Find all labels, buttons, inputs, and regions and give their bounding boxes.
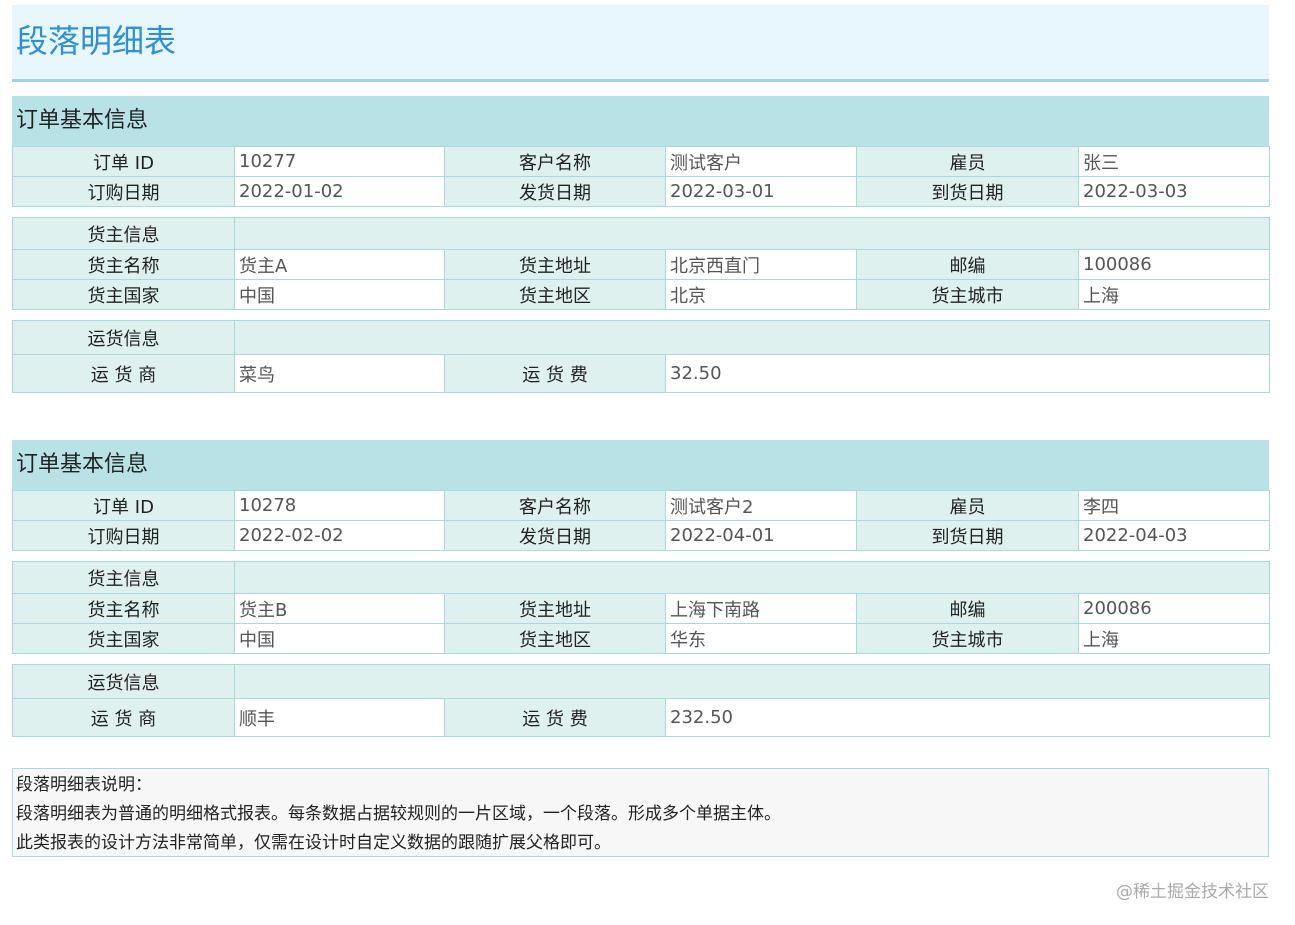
shipper-country-label: 货主国家	[12, 623, 235, 654]
carrier-label: 运 货 商	[12, 354, 235, 393]
watermark: @稀土掘金技术社区	[1116, 882, 1269, 902]
arrive-date-label: 到货日期	[856, 176, 1079, 207]
shipper-name-value: 货主A	[234, 249, 445, 280]
shipper-city-value: 上海	[1077, 279, 1271, 310]
shipper-name-label: 货主名称	[12, 249, 235, 280]
order-id-value: 10277	[234, 146, 445, 177]
table-row: 运货信息	[12, 320, 1271, 355]
shipper-country-label: 货主国家	[12, 279, 235, 310]
shipper-name-label: 货主名称	[12, 593, 235, 624]
freight-info-table: 运货信息 运 货 商 顺丰 运 货 费 232.50	[12, 664, 1271, 737]
freight-value: 32.50	[664, 354, 1271, 393]
shipper-region-value: 北京	[665, 279, 857, 310]
table-row: 订单 ID 10277 客户名称 测试客户 雇员 张三	[12, 146, 1270, 177]
shipper-address-label: 货主地址	[444, 593, 666, 624]
employee-value: 张三	[1078, 146, 1270, 177]
order-id-label: 订单 ID	[12, 146, 235, 177]
order-block-1: 订单基本信息 订单 ID 10277 客户名称 测试客户 雇员 张三 订购日期 …	[12, 96, 1271, 393]
shipper-country-value: 中国	[234, 623, 445, 654]
customer-name-value: 测试客户	[665, 146, 857, 177]
order-section-title: 订单基本信息	[12, 96, 1269, 146]
freight-info-table: 运货信息 运 货 商 菜鸟 运 货 费 32.50	[12, 320, 1271, 393]
shipper-address-value: 北京西直门	[665, 249, 857, 280]
freight-info-label: 运货信息	[12, 664, 235, 699]
carrier-label: 运 货 商	[12, 698, 235, 737]
ship-date-label: 发货日期	[444, 176, 666, 207]
shipper-region-value: 华东	[665, 623, 857, 654]
freight-value: 232.50	[664, 698, 1271, 737]
table-row: 订购日期 2022-01-02 发货日期 2022-03-01 到货日期 202…	[12, 176, 1270, 207]
freight-info-label: 运货信息	[12, 320, 235, 355]
freight-info-section	[233, 320, 1271, 355]
shipper-info-label: 货主信息	[12, 217, 235, 250]
arrive-date-value: 2022-03-03	[1078, 176, 1270, 207]
table-row: 运 货 商 菜鸟 运 货 费 32.50	[12, 354, 1271, 393]
order-id-label: 订单 ID	[12, 490, 235, 521]
carrier-value: 顺丰	[234, 698, 445, 737]
table-row: 货主名称 货主B 货主地址 上海下南路 邮编 200086	[12, 593, 1271, 624]
table-row: 订单 ID 10278 客户名称 测试客户2 雇员 李四	[12, 490, 1270, 521]
table-row: 货主名称 货主A 货主地址 北京西直门 邮编 100086	[12, 249, 1271, 280]
shipper-info-table: 货主信息 货主名称 货主A 货主地址 北京西直门 邮编 100086 货主国家 …	[12, 217, 1271, 310]
table-row: 订购日期 2022-02-02 发货日期 2022-04-01 到货日期 202…	[12, 520, 1270, 551]
postcode-value: 100086	[1077, 249, 1271, 280]
table-row: 货主国家 中国 货主地区 北京 货主城市 上海	[12, 279, 1271, 310]
customer-name-value: 测试客户2	[665, 490, 857, 521]
shipper-address-value: 上海下南路	[665, 593, 857, 624]
ship-date-value: 2022-03-01	[665, 176, 857, 207]
table-row: 货主信息	[12, 217, 1271, 250]
postcode-value: 200086	[1077, 593, 1271, 624]
order-date-label: 订购日期	[12, 520, 235, 551]
description-line: 段落明细表为普通的明细格式报表。每条数据占据较规则的一片区域，一个段落。形成多个…	[16, 804, 781, 824]
report-description: 段落明细表说明： 段落明细表为普通的明细格式报表。每条数据占据较规则的一片区域，…	[12, 768, 1269, 857]
table-row: 货主信息	[12, 561, 1271, 594]
shipper-info-section	[233, 217, 1271, 250]
shipper-info-table: 货主信息 货主名称 货主B 货主地址 上海下南路 邮编 200086 货主国家 …	[12, 561, 1271, 654]
shipper-address-label: 货主地址	[444, 249, 666, 280]
freight-info-section	[233, 664, 1271, 699]
arrive-date-label: 到货日期	[856, 520, 1079, 551]
page-header: 段落明细表	[12, 5, 1269, 82]
order-date-value: 2022-02-02	[234, 520, 445, 551]
order-section-title: 订单基本信息	[12, 440, 1269, 490]
employee-label: 雇员	[856, 146, 1079, 177]
table-row: 货主国家 中国 货主地区 华东 货主城市 上海	[12, 623, 1271, 654]
order-basic-table: 订单 ID 10278 客户名称 测试客户2 雇员 李四 订购日期 2022-0…	[12, 490, 1270, 551]
order-date-value: 2022-01-02	[234, 176, 445, 207]
postcode-label: 邮编	[856, 249, 1079, 280]
order-id-value: 10278	[234, 490, 445, 521]
order-date-label: 订购日期	[12, 176, 235, 207]
customer-name-label: 客户名称	[444, 146, 666, 177]
shipper-region-label: 货主地区	[444, 279, 666, 310]
carrier-value: 菜鸟	[234, 354, 445, 393]
shipper-country-value: 中国	[234, 279, 445, 310]
shipper-region-label: 货主地区	[444, 623, 666, 654]
arrive-date-value: 2022-04-03	[1078, 520, 1270, 551]
employee-value: 李四	[1078, 490, 1270, 521]
shipper-city-label: 货主城市	[856, 279, 1079, 310]
shipper-info-label: 货主信息	[12, 561, 235, 594]
description-title: 段落明细表说明：	[16, 775, 152, 795]
shipper-name-value: 货主B	[234, 593, 445, 624]
ship-date-value: 2022-04-01	[665, 520, 857, 551]
customer-name-label: 客户名称	[444, 490, 666, 521]
description-line: 此类报表的设计方法非常简单，仅需在设计时自定义数据的跟随扩展父格即可。	[16, 833, 611, 853]
table-row: 运 货 商 顺丰 运 货 费 232.50	[12, 698, 1271, 737]
table-row: 运货信息	[12, 664, 1271, 699]
order-basic-table: 订单 ID 10277 客户名称 测试客户 雇员 张三 订购日期 2022-01…	[12, 146, 1270, 207]
freight-label: 运 货 费	[444, 698, 666, 737]
page-title: 段落明细表	[16, 22, 177, 60]
shipper-city-label: 货主城市	[856, 623, 1079, 654]
employee-label: 雇员	[856, 490, 1079, 521]
postcode-label: 邮编	[856, 593, 1079, 624]
order-block-2: 订单基本信息 订单 ID 10278 客户名称 测试客户2 雇员 李四 订购日期…	[12, 440, 1271, 737]
shipper-info-section	[233, 561, 1271, 594]
ship-date-label: 发货日期	[444, 520, 666, 551]
shipper-city-value: 上海	[1077, 623, 1271, 654]
freight-label: 运 货 费	[444, 354, 666, 393]
